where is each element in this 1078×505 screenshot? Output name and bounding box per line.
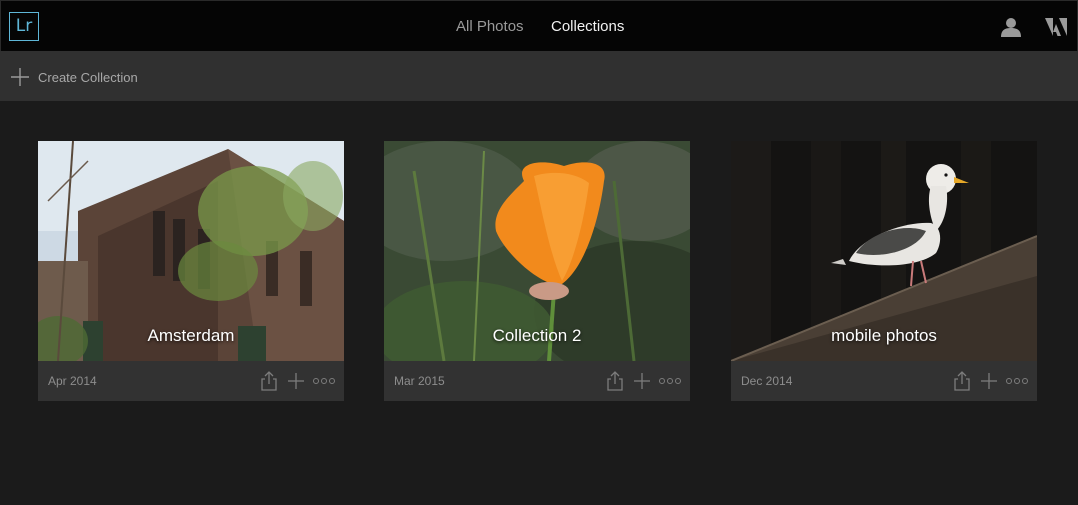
share-icon[interactable]: [952, 371, 972, 391]
top-bar: Lr All Photos Collections: [0, 0, 1078, 51]
collection-date: Dec 2014: [741, 374, 793, 388]
user-icon[interactable]: [1000, 17, 1022, 37]
collection-footer: Mar 2015: [384, 361, 690, 401]
more-options-icon[interactable]: [1006, 377, 1028, 385]
adobe-icon[interactable]: [1045, 18, 1067, 36]
more-options-icon[interactable]: [659, 377, 681, 385]
add-icon[interactable]: [981, 373, 997, 389]
create-collection-label: Create Collection: [38, 69, 138, 85]
share-icon[interactable]: [605, 371, 625, 391]
collection-footer: Apr 2014: [38, 361, 344, 401]
collection-footer: Dec 2014: [731, 361, 1037, 401]
tab-collections[interactable]: Collections: [551, 18, 624, 35]
create-collection-button[interactable]: Create Collection: [10, 66, 138, 88]
add-icon[interactable]: [288, 373, 304, 389]
share-icon[interactable]: [259, 371, 279, 391]
collection-title: Amsterdam: [147, 326, 235, 345]
add-icon[interactable]: [634, 373, 650, 389]
collection-title: mobile photos: [831, 326, 937, 345]
tab-all-photos[interactable]: All Photos: [456, 18, 524, 35]
collection-card-collection-2[interactable]: Collection 2 Mar 2015: [384, 141, 690, 401]
collection-card-amsterdam[interactable]: Amsterdam Apr 2014: [38, 141, 344, 401]
collection-card-mobile-photos[interactable]: mobile photos Dec 2014: [731, 141, 1037, 401]
collection-date: Mar 2015: [394, 374, 445, 388]
plus-icon: [11, 68, 29, 86]
collection-date: Apr 2014: [48, 374, 97, 388]
collection-title: Collection 2: [492, 326, 582, 345]
main-nav: All Photos Collections: [1, 1, 1078, 52]
collections-toolbar: Create Collection: [0, 51, 1078, 101]
more-options-icon[interactable]: [313, 377, 335, 385]
